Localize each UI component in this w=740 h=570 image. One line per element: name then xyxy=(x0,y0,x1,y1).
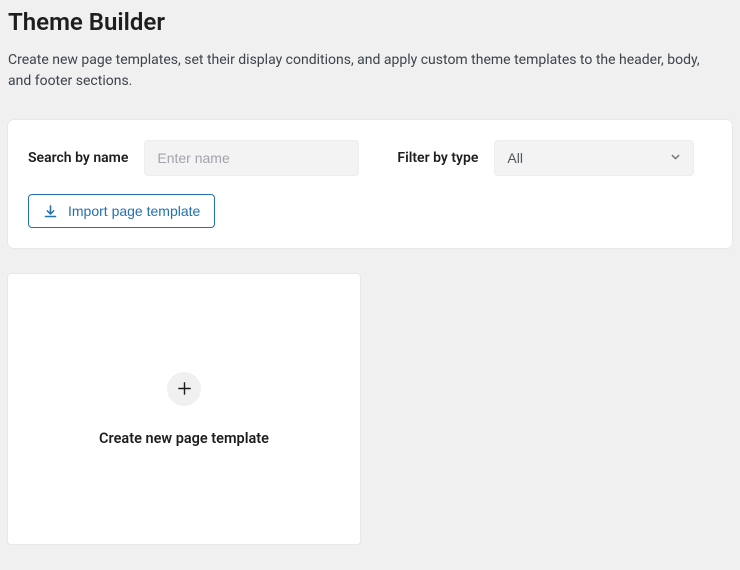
download-icon xyxy=(43,204,58,219)
plus-icon xyxy=(167,372,201,406)
search-input[interactable] xyxy=(144,140,359,176)
search-label: Search by name xyxy=(28,150,128,166)
page-description: Create new page templates, set their dis… xyxy=(8,50,718,92)
filter-label: Filter by type xyxy=(397,150,478,166)
filter-select[interactable]: All xyxy=(494,140,694,176)
create-tile-label: Create new page template xyxy=(99,430,269,447)
page-title: Theme Builder xyxy=(8,8,732,36)
import-page-template-button[interactable]: Import page template xyxy=(28,194,215,228)
import-button-label: Import page template xyxy=(68,203,200,219)
toolbar-card: Search by name Filter by type All xyxy=(8,120,732,248)
create-page-template-tile[interactable]: Create new page template xyxy=(8,274,360,544)
